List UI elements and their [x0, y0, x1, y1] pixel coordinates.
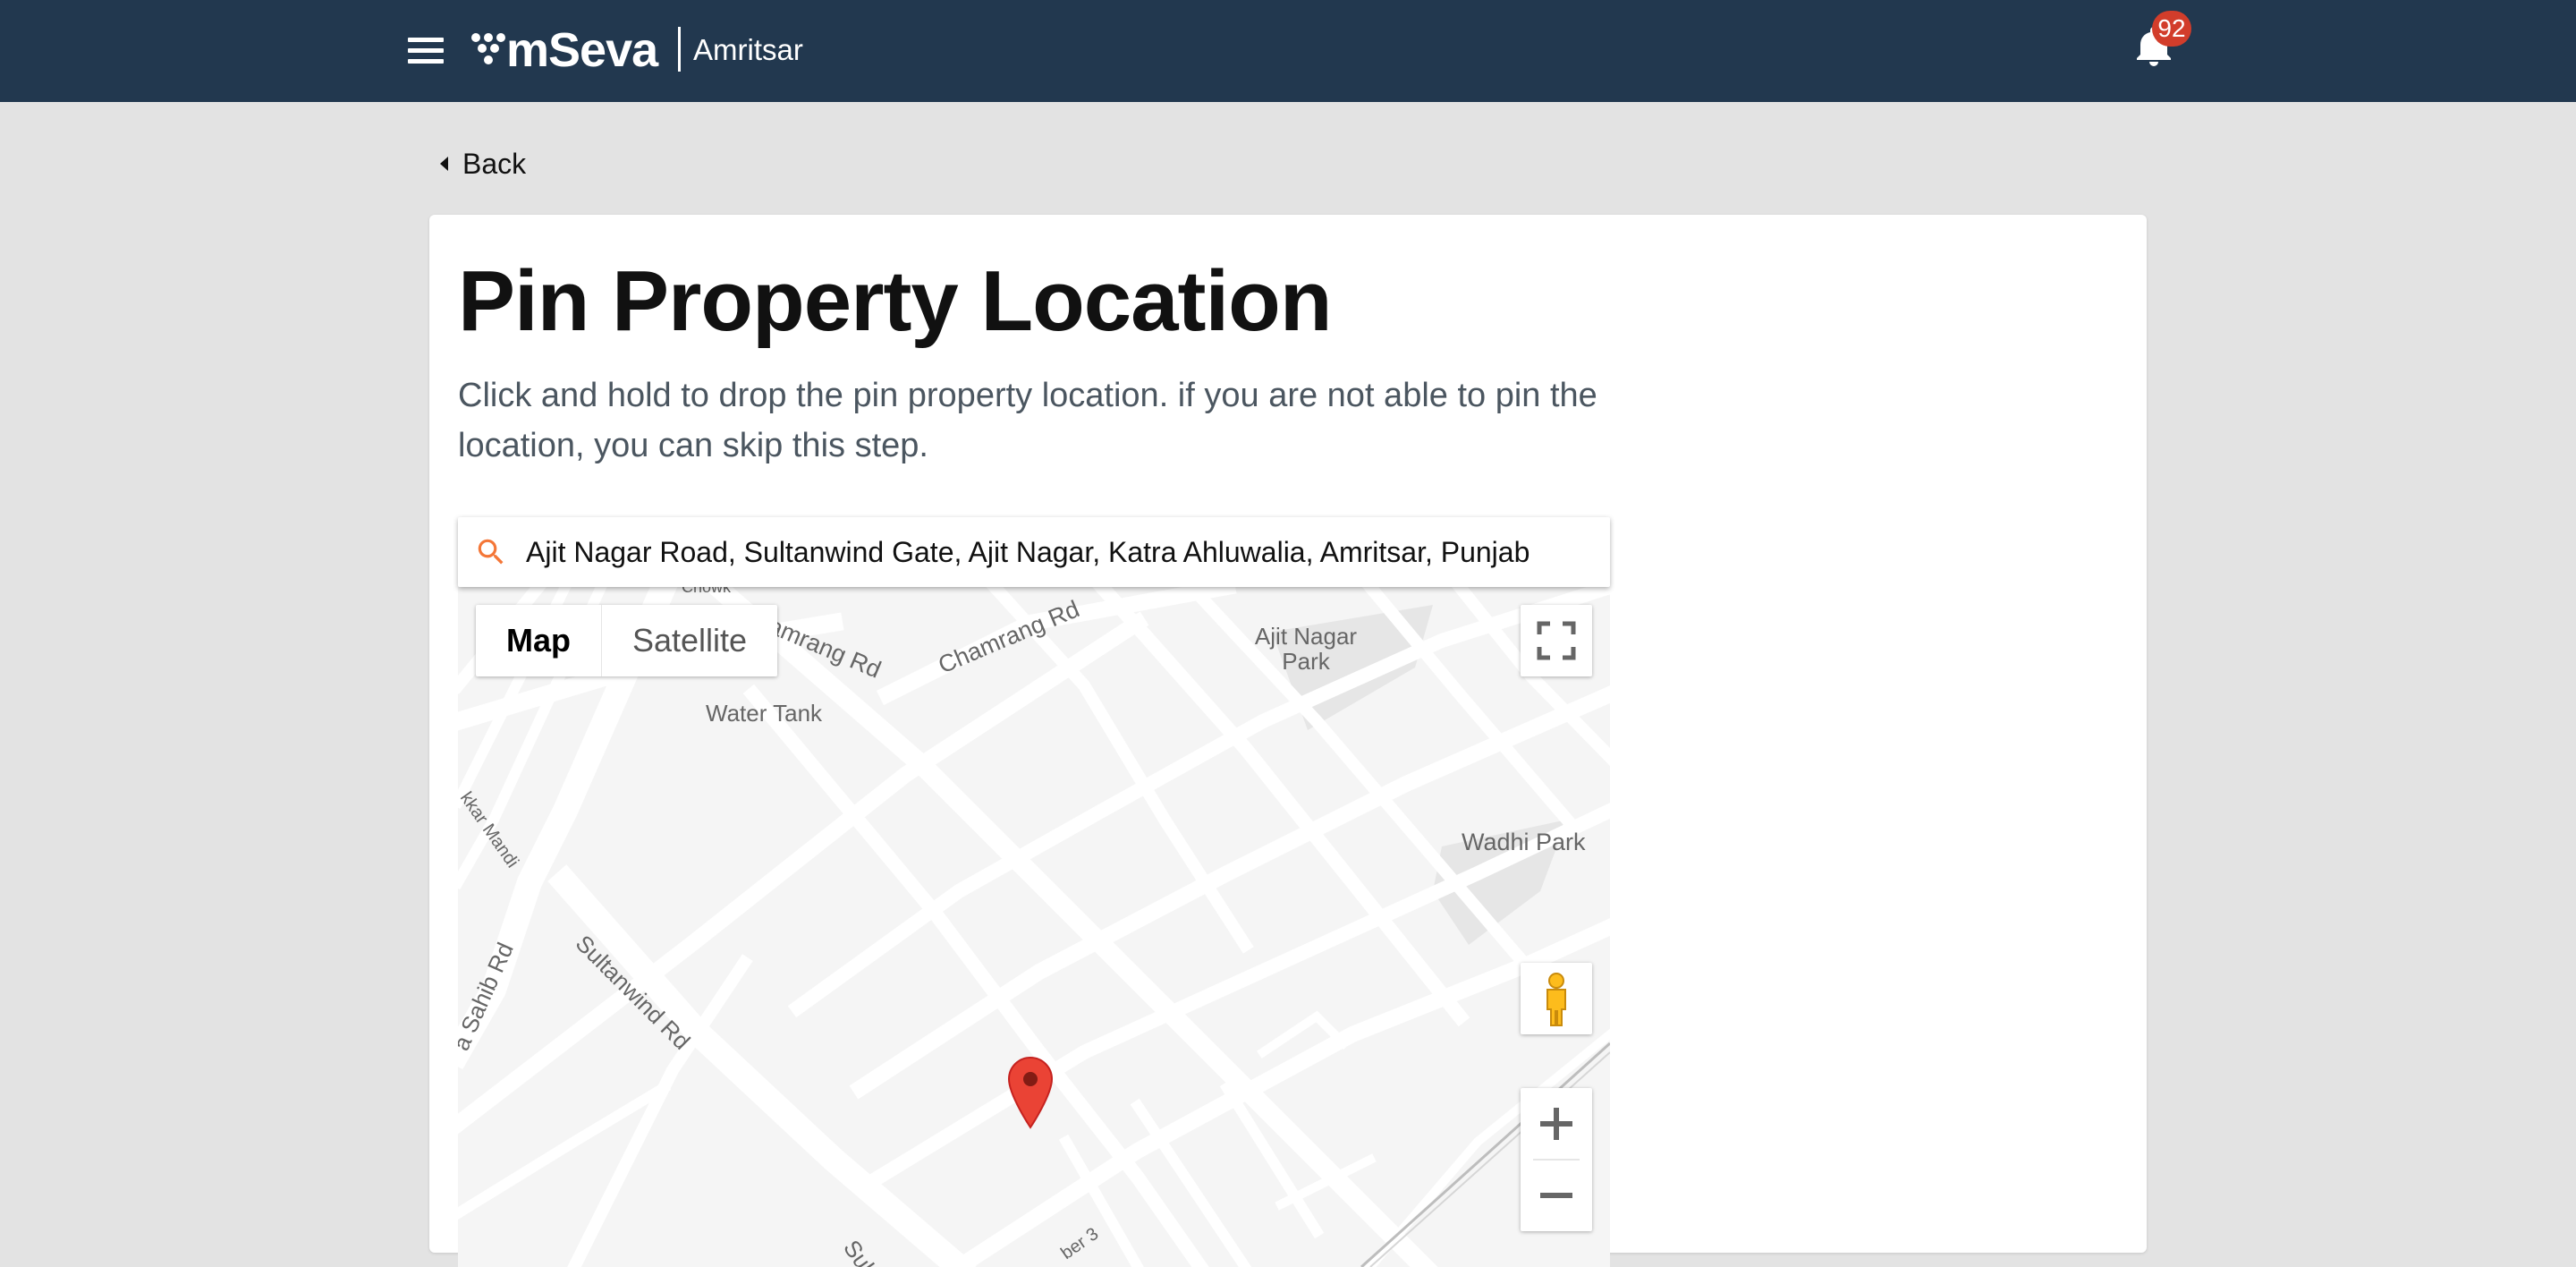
- map-type-map-button[interactable]: Map: [476, 605, 602, 676]
- map-type-control: Map Satellite: [476, 605, 778, 676]
- notification-count-badge: 92: [2152, 11, 2191, 47]
- map-type-satellite-button[interactable]: Satellite: [602, 605, 777, 676]
- plus-icon: [1540, 1108, 1572, 1140]
- pin-location-card: Pin Property Location Click and hold to …: [429, 215, 2147, 1267]
- map-label-wadhi-park: Wadhi Park: [1462, 829, 1586, 855]
- zoom-out-button[interactable]: [1521, 1160, 1592, 1231]
- location-pin-icon[interactable]: [1007, 1056, 1054, 1129]
- minus-icon: [1540, 1193, 1572, 1198]
- street-view-pegman-button[interactable]: [1521, 963, 1592, 1034]
- brand-name: mSeva: [506, 23, 658, 77]
- fullscreen-button[interactable]: [1521, 605, 1592, 676]
- location-search-box: [458, 517, 1610, 587]
- fullscreen-icon: [1537, 621, 1576, 660]
- top-app-bar: mSeva Amritsar 92: [0, 0, 2576, 102]
- map-label-ajit-nagar-park-2: Park: [1282, 648, 1330, 675]
- city-name: Amritsar: [693, 33, 803, 66]
- brand-divider: [678, 27, 681, 72]
- zoom-control: [1521, 1088, 1592, 1231]
- location-search-input[interactable]: [526, 526, 1590, 578]
- back-arrow-icon: [440, 157, 448, 171]
- menu-icon[interactable]: [408, 38, 444, 64]
- page-title: Pin Property Location: [458, 253, 1332, 349]
- map-label-water-tank: Water Tank: [706, 700, 823, 727]
- back-label: Back: [462, 148, 527, 180]
- zoom-in-button[interactable]: [1521, 1088, 1592, 1160]
- map-label-ajit-nagar-park-1: Ajit Nagar: [1255, 623, 1357, 650]
- map-canvas: Chowk Chamrang Rd amrang Rd Ajit Nagar P…: [458, 587, 1610, 1267]
- page-description: Click and hold to drop the pin property …: [458, 377, 1597, 464]
- mseva-logo-icon: [471, 33, 505, 64]
- map-label-chowk: Chowk: [682, 587, 732, 596]
- pegman-icon: [1546, 973, 1566, 1026]
- search-icon: [478, 539, 504, 565]
- map-view[interactable]: Chowk Chamrang Rd amrang Rd Ajit Nagar P…: [458, 587, 1610, 1267]
